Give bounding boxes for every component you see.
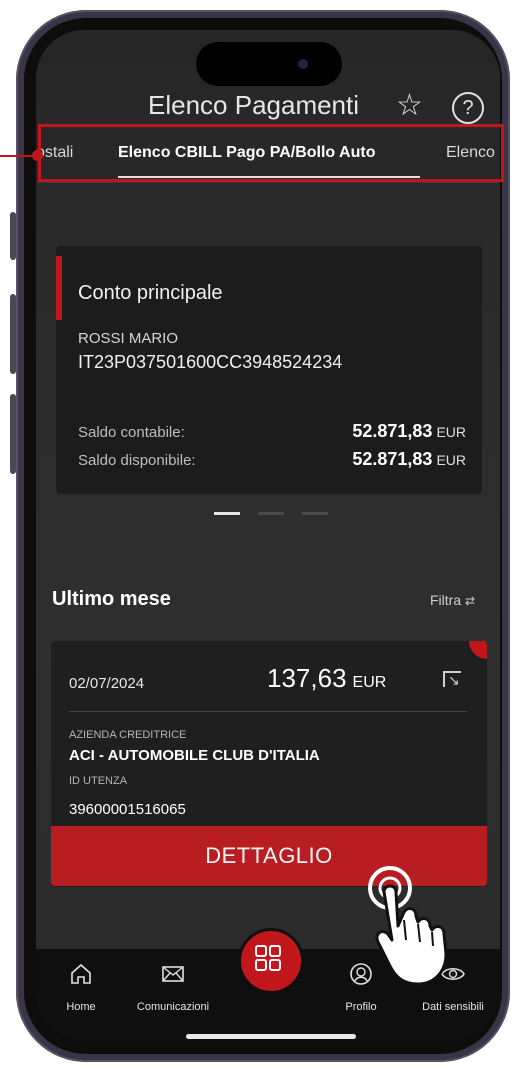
nav-label-comunicazioni: Comunicazioni — [136, 1001, 210, 1013]
new-badge — [469, 641, 487, 659]
carousel-indicator — [214, 512, 334, 516]
saldo-contabile-label: Saldo contabile: — [78, 424, 185, 441]
currency-label: EUR — [436, 424, 466, 440]
payment-date: 02/07/2024 — [69, 675, 145, 692]
payment-currency: EUR — [352, 674, 387, 691]
currency-label: EUR — [436, 452, 466, 468]
account-name: Conto principale — [78, 282, 223, 304]
user-id-value: 39600001516065 — [69, 801, 186, 818]
tab-bar-highlight-box — [38, 124, 504, 182]
home-indicator — [186, 1034, 356, 1039]
tap-hand-icon — [368, 866, 448, 986]
envelope-icon — [162, 966, 184, 982]
filter-sliders-icon: ⇄ — [465, 594, 476, 608]
account-card[interactable]: Conto principale ROSSI MARIO IT23P037501… — [56, 246, 482, 494]
filter-label: Filtra — [430, 592, 462, 608]
creditor-label: AZIENDA CREDITRICE — [69, 729, 187, 741]
nav-comunicazioni[interactable]: Comunicazioni — [128, 961, 218, 1013]
creditor-name: ACI - AUTOMOBILE CLUB D'ITALIA — [69, 747, 320, 764]
question-circle-icon[interactable]: ? — [452, 92, 484, 124]
carousel-dot[interactable] — [214, 512, 240, 515]
filter-button[interactable]: Filtra ⇄ — [430, 592, 475, 608]
saldo-disponibile-value: 52.871,83 — [352, 449, 433, 469]
payment-amount: 137,63 EUR — [267, 663, 386, 694]
user-id-label: ID UTENZA — [69, 775, 128, 787]
payment-amount-value: 137,63 — [267, 663, 347, 693]
page-title: Elenco Pagamenti — [148, 90, 360, 120]
grid-icon — [255, 945, 281, 971]
saldo-disponibile-row: Saldo disponibile: 52.871,83 EUR — [78, 449, 466, 469]
carousel-dot[interactable] — [302, 512, 328, 515]
saldo-contabile-value: 52.871,83 — [352, 421, 433, 441]
divider — [69, 711, 467, 712]
nav-home[interactable]: Home — [36, 961, 126, 1013]
annotation-pointer-dot — [32, 150, 43, 161]
saldo-contabile-row: Saldo contabile: 52.871,83 EUR — [78, 421, 466, 441]
tab-divider — [36, 182, 500, 183]
account-accent-bar — [56, 256, 62, 320]
saldo-disponibile-label: Saldo disponibile: — [78, 452, 196, 469]
nav-label-dati-sensibili: Dati sensibili — [422, 1001, 484, 1013]
camera-icon — [298, 59, 308, 69]
nav-label-home: Home — [66, 1001, 96, 1013]
section-title: Ultimo mese — [52, 588, 171, 610]
account-holder: ROSSI MARIO — [78, 330, 179, 347]
phone-volume-up-button — [10, 294, 16, 374]
account-iban: IT23P037501600CC3948524234 — [78, 352, 343, 372]
home-icon — [71, 963, 91, 984]
menu-grid-button[interactable] — [238, 928, 304, 994]
phone-side-button — [10, 212, 16, 260]
carousel-dot[interactable] — [258, 512, 284, 515]
nav-label-profilo: Profilo — [345, 1001, 377, 1013]
star-outline-icon[interactable]: ☆ — [396, 88, 423, 123]
phone-volume-down-button — [10, 394, 16, 474]
open-receipt-icon[interactable]: ↘ — [443, 671, 461, 687]
dynamic-island — [196, 42, 342, 86]
